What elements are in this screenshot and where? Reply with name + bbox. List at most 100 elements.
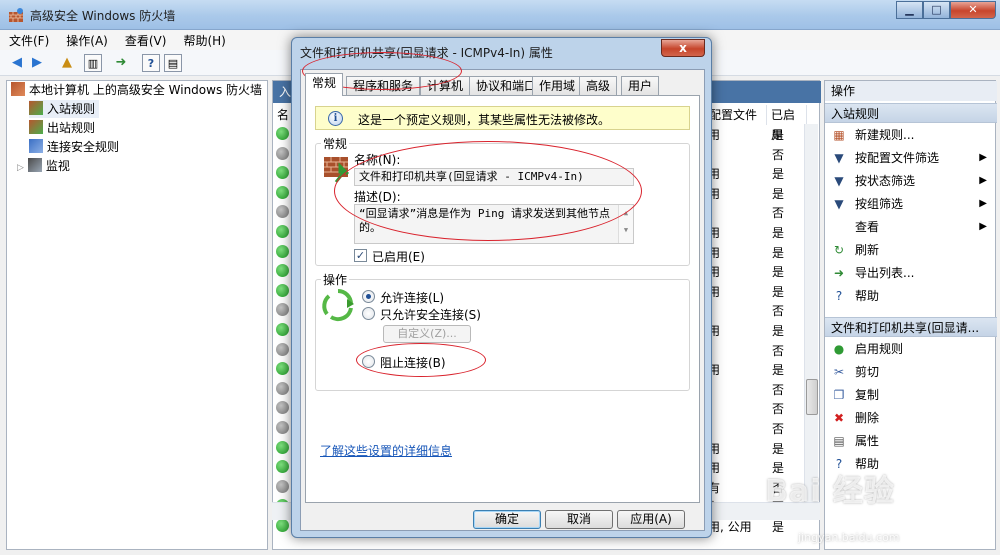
cut-icon: ✂ [833,365,845,379]
enabled-label[interactable]: 已启用(E) [372,248,425,265]
action-pane-icon[interactable]: ▤ [164,54,182,72]
row-enabled: 否 [772,402,785,417]
menu-view[interactable]: 查看(V) [116,30,175,49]
action-item-label: 导出列表... [855,266,915,280]
action-group-label: 操作 [321,271,350,288]
maximize-button[interactable]: □ [923,1,950,19]
action-item-label: 按状态筛选 [855,174,916,188]
action-item[interactable]: ▼ 按组筛选 ▶ [825,193,997,215]
tab-general[interactable]: 常规 [305,73,344,96]
allow-connection-radio[interactable] [362,290,375,303]
tree-item-monitor[interactable]: ▷ 监视 [17,157,70,175]
list-vertical-scrollbar[interactable] [804,124,818,502]
action-item[interactable]: ↻ 刷新 [825,239,997,261]
menu-help[interactable]: 帮助(H) [174,30,233,49]
help-icon[interactable]: ? [142,54,160,72]
action-item-label: 帮助 [855,289,880,303]
dialog-body: 常规 程序和服务 计算机 协议和端口 作用域 高级 用户 i 这是一个预定义规则… [300,69,705,531]
copy-icon: ❐ [833,388,845,402]
action-item-label: 刷新 [855,243,880,257]
action-item[interactable]: ▼ 按状态筛选 ▶ [825,170,997,192]
action-item[interactable]: ➜ 导出列表... [825,262,997,284]
action-item[interactable]: ▦ 新建规则... [825,124,997,146]
filter-icon: ▼ [834,174,844,188]
block-connection-label[interactable]: 阻止连接(B) [380,354,446,371]
tab-computers[interactable]: 计算机 [420,76,471,95]
new-rule-icon: ▦ [833,128,845,142]
action-item[interactable]: 查看 ▶ [825,216,997,238]
forward-arrow-icon[interactable]: ▶ [28,54,46,72]
cancel-button[interactable]: 取消 [545,510,613,529]
rule-description-field[interactable]: “回显请求”消息是作为 Ping 请求发送到其他节点的。 ▲ ▼ [354,204,634,244]
general-group: 常规 名称(N): 文件和打印机共享(回显请求 - ICMPv4-In) 描述(… [315,135,690,266]
secure-only-radio[interactable] [362,307,375,320]
tree-item-inbound-rules[interactable]: 入站规则 [29,100,100,118]
tab-scope[interactable]: 作用域 [532,76,583,95]
actions-title: 操作 [825,81,997,101]
show-hide-tree-icon[interactable]: ▥ [84,54,102,72]
learn-more-link[interactable]: 了解这些设置的详细信息 [320,442,452,459]
action-item-label: 查看 [855,220,880,234]
actions-section-inbound[interactable]: 入站规则 [825,103,997,123]
submenu-arrow-icon: ▶ [979,198,987,209]
action-item-label: 按组筛选 [855,197,904,211]
action-item[interactable]: ✂ 剪切 [825,361,997,383]
submenu-arrow-icon: ▶ [979,152,987,163]
row-enabled: 是 [772,265,785,280]
console-tree: 本地计算机 上的高级安全 Windows 防火墙 入站规则 出站规则 连接安全规… [6,80,268,550]
allow-connection-label[interactable]: 允许连接(L) [380,289,444,306]
row-enabled: 是 [772,324,785,338]
menu-file[interactable]: 文件(F) [0,30,57,49]
back-arrow-icon[interactable]: ◀ [8,54,26,72]
tree-item-connection-security[interactable]: 连接安全规则 [29,138,119,156]
row-enabled: 否 [772,304,785,319]
firewall-icon [11,82,25,96]
action-item[interactable]: ● 启用规则 [825,338,997,360]
action-item[interactable]: ✖ 删除 [825,407,997,429]
firewall-app-icon [9,8,23,22]
secure-only-label[interactable]: 只允许安全连接(S) [380,306,481,323]
dialog-close-button[interactable]: x [661,39,705,57]
column-profile[interactable]: 配置文件 [705,105,767,125]
description-scrollbar[interactable]: ▲ ▼ [618,205,633,243]
row-enabled: 否 [772,422,785,436]
tab-advanced[interactable]: 高级 [579,76,618,95]
action-item[interactable]: ▼ 按配置文件筛选 ▶ [825,147,997,169]
rule-name-field[interactable]: 文件和打印机共享(回显请求 - ICMPv4-In) [354,168,634,186]
close-window-button[interactable]: ✕ [950,1,996,19]
enable-rule-icon: ● [833,342,845,356]
block-connection-radio[interactable] [362,355,375,368]
actions-section-rule[interactable]: 文件和打印机共享(回显请... [825,317,997,337]
tree-item-outbound-rules[interactable]: 出站规则 [29,119,95,137]
row-enabled: 否 [772,382,785,397]
row-enabled: 否 [772,343,785,358]
tree-root[interactable]: 本地计算机 上的高级安全 Windows 防火墙 [11,81,262,99]
window-titlebar[interactable]: 高级安全 Windows 防火墙 ▁ □ ✕ [0,0,1000,30]
row-enabled: 是 [772,226,785,240]
apply-button[interactable]: 应用(A) [617,510,685,529]
ok-button[interactable]: 确定 [473,510,541,529]
row-profile: 用, 公用 [708,520,752,534]
minimize-button[interactable]: ▁ [896,1,923,19]
predefined-rule-banner: i 这是一个预定义规则，其某些属性无法被修改。 [315,106,690,130]
action-item[interactable]: ▤ 属性 [825,430,997,452]
enabled-rule-icon [276,323,289,336]
enabled-checkbox[interactable]: ✓ [354,249,367,262]
action-item[interactable]: ❐ 复制 [825,384,997,406]
tab-programs-services[interactable]: 程序和服务 [346,76,421,95]
scroll-thumb[interactable] [806,379,818,415]
action-item[interactable]: ? 帮助 [825,285,997,307]
expand-arrow-icon[interactable]: ▷ [17,163,24,173]
column-enabled[interactable]: 已启用 [767,105,807,142]
export-icon[interactable]: ➜ [112,54,130,72]
up-folder-icon[interactable]: ▲ [58,54,76,72]
disabled-rule-icon [276,381,289,395]
row-enabled: 是 [772,186,785,201]
customize-button[interactable]: 自定义(Z)... [383,325,471,343]
submenu-arrow-icon: ▶ [979,175,987,186]
submenu-arrow-icon: ▶ [979,221,987,232]
rule-description-text: “回显请求”消息是作为 Ping 请求发送到其他节点的。 [359,207,610,234]
menu-action[interactable]: 操作(A) [57,30,116,49]
tab-users[interactable]: 用户 [621,76,660,95]
action-item-label: 属性 [855,434,880,448]
